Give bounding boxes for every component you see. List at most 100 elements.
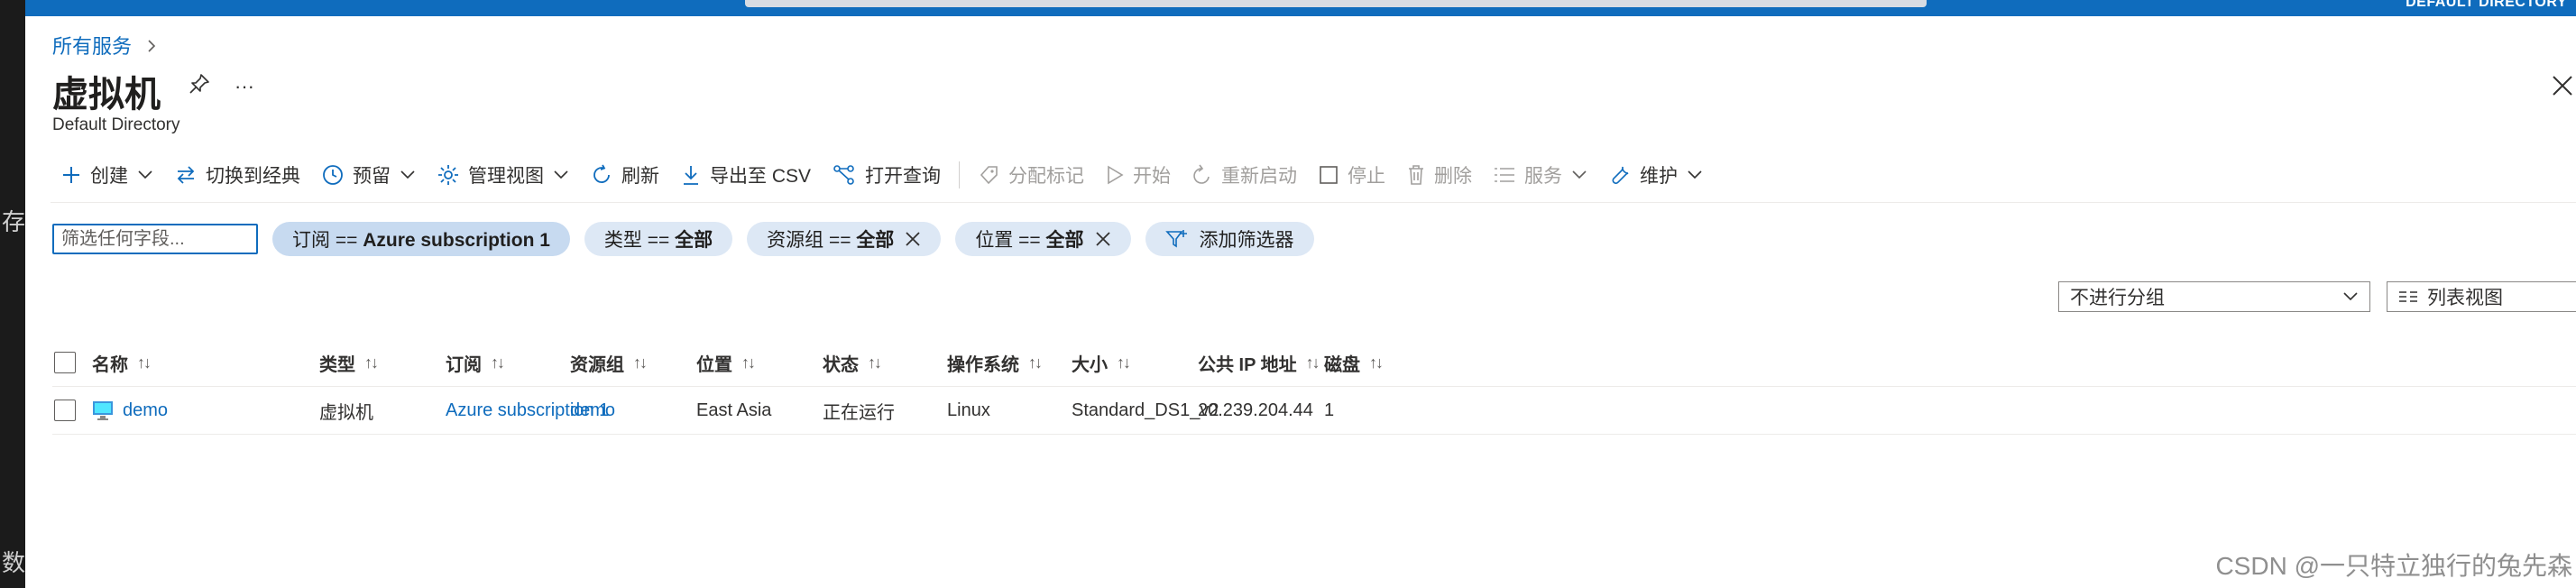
list-view-icon (2399, 291, 2417, 302)
column-header-public-ip[interactable]: 公共 IP 地址 ↑↓ (1198, 339, 1320, 386)
open-query-button[interactable]: 打开查询 (822, 157, 952, 193)
vm-resource-group-link[interactable]: demo (570, 387, 615, 434)
clock-icon (323, 165, 343, 185)
filter-pill-type[interactable]: 类型 == 全部 (584, 222, 733, 256)
restart-button[interactable]: 重新启动 (1182, 157, 1308, 193)
column-header-type[interactable]: 类型 ↑↓ (319, 339, 379, 386)
services-button[interactable]: 服务 (1483, 157, 1598, 193)
filter-subscription-prefix: 订阅 == (292, 230, 363, 251)
column-header-os[interactable]: 操作系统 ↑↓ (947, 339, 1043, 386)
column-header-disks[interactable]: 磁盘 ↑↓ (1324, 339, 1384, 386)
trash-icon (1409, 165, 1424, 185)
refresh-button[interactable]: 刷新 (580, 157, 670, 193)
column-label: 大小 (1072, 354, 1108, 375)
list-icon (1495, 168, 1515, 182)
stop-icon (1320, 166, 1338, 184)
start-button[interactable]: 开始 (1095, 157, 1182, 193)
chevron-down-icon (1572, 170, 1587, 179)
column-header-status[interactable]: 状态 ↑↓ (823, 339, 882, 386)
column-label: 类型 (319, 354, 355, 375)
sort-icon: ↑↓ (868, 353, 882, 372)
grouping-dropdown[interactable]: 不进行分组 (2058, 281, 2370, 312)
vm-name-link[interactable]: demo (123, 400, 168, 421)
filter-pill-location[interactable]: 位置 == 全部 (955, 222, 1131, 256)
manage-view-button[interactable]: 管理视图 (427, 157, 580, 193)
vm-size: Standard_DS1_v2 (1072, 400, 1219, 420)
refresh-icon (593, 164, 610, 183)
vm-type: 虚拟机 (319, 402, 373, 423)
column-header-size[interactable]: 大小 ↑↓ (1072, 339, 1131, 386)
stop-label: 停止 (1348, 166, 1386, 187)
filter-type-value: 全部 (675, 230, 713, 251)
more-options-button[interactable]: ··· (235, 75, 254, 98)
virtual-machine-icon (93, 401, 113, 420)
column-header-subscription[interactable]: 订阅 ↑↓ (446, 339, 505, 386)
maintenance-button[interactable]: 维护 (1598, 157, 1714, 193)
sort-icon: ↑↓ (1305, 353, 1320, 372)
switch-classic-button[interactable]: 切换到经典 (164, 157, 311, 193)
download-icon (684, 166, 698, 185)
chevron-down-icon (1688, 170, 1702, 179)
toolbar-divider (959, 161, 961, 188)
add-filter-label: 添加筛选器 (1199, 230, 1294, 251)
view-selected: 列表视图 (2427, 288, 2503, 308)
column-label: 操作系统 (947, 354, 1019, 375)
filter-pill-resource-group[interactable]: 资源组 == 全部 (747, 222, 942, 256)
vm-table: 名称 ↑↓ 类型 ↑↓ 订阅 ↑↓ 资源组 ↑↓ 位置 ↑↓ 状态 ↑↓ 操作系统 ↑↓ 大小… (52, 339, 2576, 435)
sort-icon: ↑↓ (137, 353, 152, 372)
left-strip-char-bottom: 数 (2, 549, 26, 576)
filter-rg-value: 全部 (856, 230, 895, 251)
column-header-name[interactable]: 名称 ↑↓ (92, 339, 152, 386)
delete-button[interactable]: 删除 (1396, 157, 1483, 193)
add-filter-icon (1164, 230, 1187, 248)
directory-label[interactable]: DEFAULT DIRECTORY (2406, 0, 2567, 11)
reserve-label: 预留 (353, 166, 391, 187)
vm-location: East Asia (696, 400, 772, 420)
gear-icon (438, 165, 458, 185)
tag-icon (980, 166, 998, 185)
create-button[interactable]: 创建 (51, 157, 164, 193)
global-search-box[interactable] (745, 0, 1927, 7)
plus-icon (63, 167, 79, 183)
vm-disks: 1 (1324, 400, 1335, 420)
sort-icon: ↑↓ (364, 353, 379, 372)
remove-filter-icon[interactable] (905, 231, 921, 247)
maintenance-label: 维护 (1640, 166, 1679, 187)
filter-location-prefix: 位置 == (975, 230, 1046, 251)
vm-status: 正在运行 (823, 402, 895, 423)
stop-button[interactable]: 停止 (1308, 157, 1396, 193)
assign-tags-button[interactable]: 分配标记 (967, 157, 1095, 193)
main-content: 所有服务 虚拟机 ··· Default Directory 创建 切换到经典 … (25, 16, 2576, 588)
breadcrumb-all-services[interactable]: 所有服务 (52, 35, 132, 58)
export-csv-button[interactable]: 导出至 CSV (670, 157, 822, 193)
column-label: 位置 (696, 354, 732, 375)
column-label: 状态 (823, 354, 859, 375)
close-icon[interactable] (2549, 72, 2576, 99)
filter-type-prefix: 类型 == (603, 230, 676, 251)
services-label: 服务 (1524, 166, 1563, 187)
breadcrumb: 所有服务 (52, 31, 157, 60)
remove-filter-icon[interactable] (1095, 231, 1111, 247)
view-dropdown[interactable]: 列表视图 (2387, 281, 2576, 312)
select-all-checkbox[interactable] (54, 352, 76, 373)
column-header-location[interactable]: 位置 ↑↓ (696, 339, 756, 386)
chevron-down-icon (138, 170, 152, 179)
command-bar: 创建 切换到经典 预留 管理视图 刷新 导出至 CSV 打开查询 分配标记 开始… (51, 157, 1714, 193)
chevron-down-icon (400, 170, 415, 179)
table-row[interactable]: demo 虚拟机 Azure subscription 1 demo East … (52, 387, 2576, 435)
vm-public-ip: 20.239.204.44 (1198, 400, 1313, 420)
filter-pill-subscription[interactable]: 订阅 == Azure subscription 1 (272, 222, 570, 256)
export-csv-label: 导出至 CSV (710, 166, 812, 187)
filter-subscription-value: Azure subscription 1 (363, 230, 550, 251)
restart-icon (1193, 164, 1210, 184)
top-bar: DEFAULT DIRECTORY (25, 0, 2576, 16)
column-header-resource-group[interactable]: 资源组 ↑↓ (570, 339, 648, 386)
row-checkbox[interactable] (54, 400, 76, 421)
wrench-icon (1612, 166, 1629, 184)
pin-icon[interactable] (188, 72, 211, 100)
sort-icon: ↑↓ (741, 353, 756, 372)
reserve-button[interactable]: 预留 (311, 157, 427, 193)
filter-search-input[interactable] (52, 224, 258, 254)
play-icon (1108, 165, 1124, 185)
add-filter-button[interactable]: 添加筛选器 (1145, 222, 1314, 256)
